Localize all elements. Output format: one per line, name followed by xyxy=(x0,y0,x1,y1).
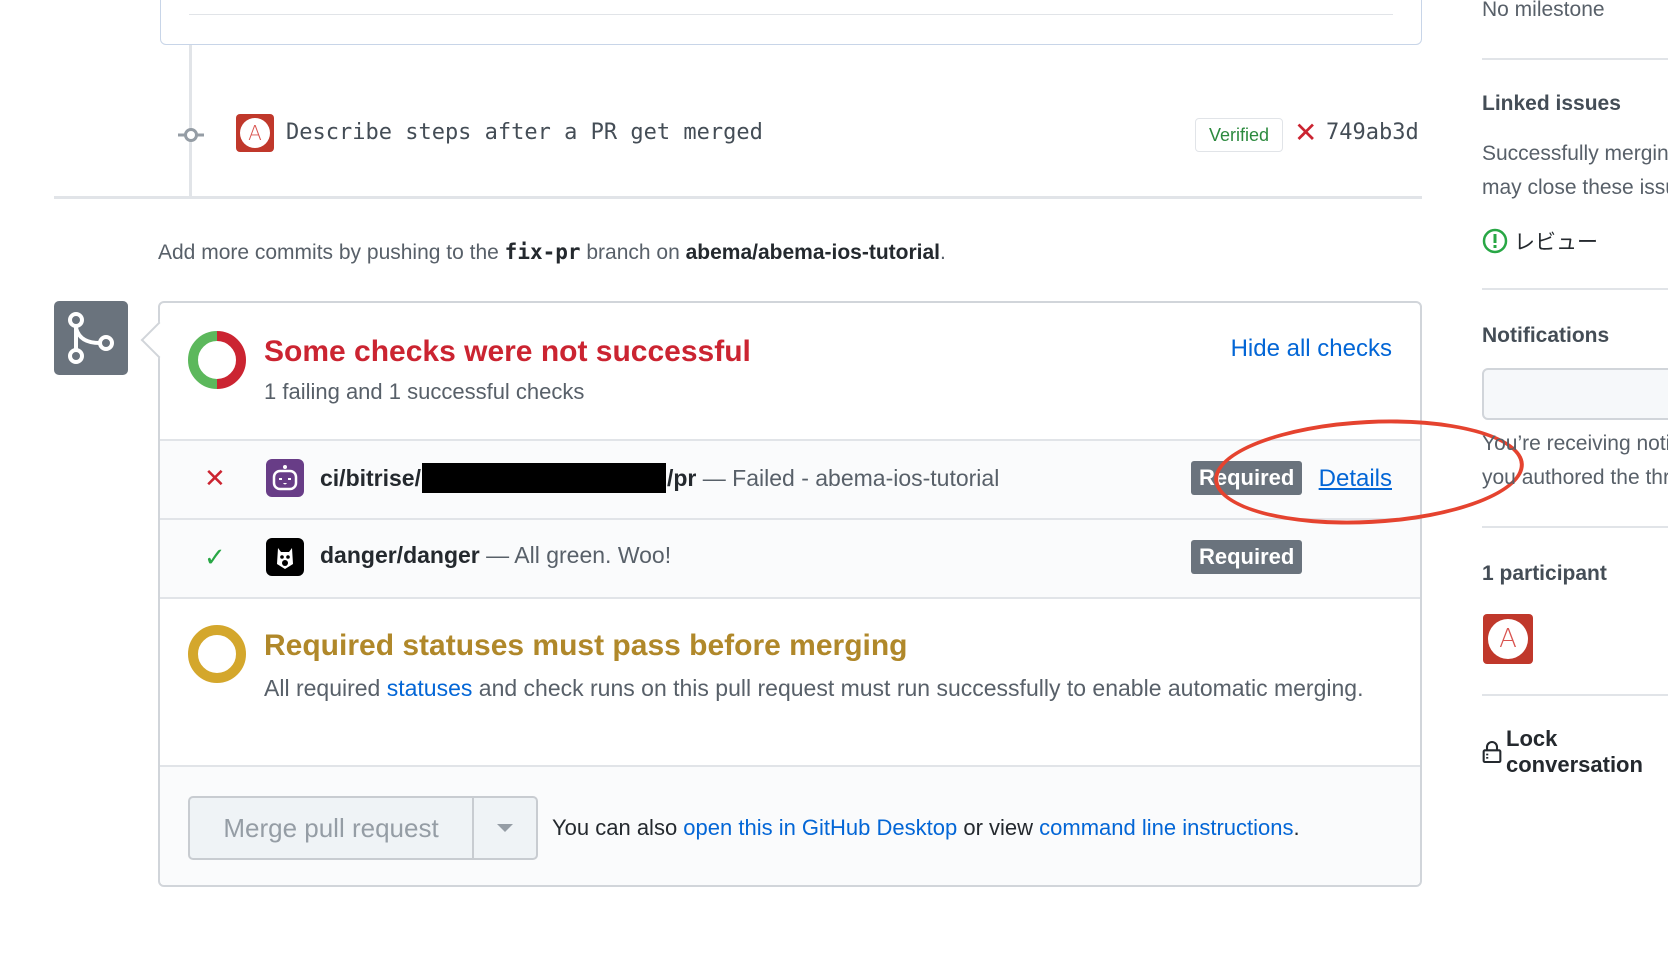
commit-status-failed-icon[interactable]: ✕ xyxy=(1294,118,1320,148)
check-icon: ✓ xyxy=(204,542,226,572)
footer-suffix: . xyxy=(1293,815,1300,840)
notifications-desc-1: You’re receiving notifications because xyxy=(1482,432,1668,455)
check-row: ✕ ci/bitrise/ /pr — Failed - abema-ios-tu… xyxy=(160,439,1420,518)
check-description: — Failed - abema-ios-tutorial xyxy=(702,464,1000,491)
push-note-prefix: Add more commits by pushing to the xyxy=(158,241,505,264)
hide-all-checks-link[interactable]: Hide all checks xyxy=(1231,335,1392,363)
required-badge: Required xyxy=(1191,540,1303,574)
pending-ring-icon xyxy=(188,625,246,683)
participants-heading: 1 participant xyxy=(1482,562,1607,585)
bitrise-logo-icon[interactable] xyxy=(266,459,304,497)
details-link[interactable]: Details xyxy=(1319,465,1392,493)
open-in-desktop-link[interactable]: open this in GitHub Desktop xyxy=(683,815,957,840)
triangle-down-icon xyxy=(497,824,513,832)
lock-conversation-button[interactable]: Lock conversation xyxy=(1482,726,1668,778)
sidebar-divider xyxy=(1482,58,1668,60)
commit-sha-link[interactable]: 749ab3d xyxy=(1326,120,1419,145)
push-note-middle: branch on xyxy=(580,241,686,264)
lock-icon xyxy=(1482,741,1502,764)
checks-summary-title: Some checks were not successful xyxy=(264,335,751,368)
avatar-letter: A xyxy=(240,118,270,148)
required-badge: Required xyxy=(1191,461,1303,495)
repo-name: abema/abema-ios-tutorial xyxy=(685,241,941,264)
push-note: Add more commits by pushing to the fix-p… xyxy=(158,240,946,265)
x-icon: ✕ xyxy=(204,463,226,493)
check-name: ci/bitrise/ /pr — Failed - abema-ios-tuto… xyxy=(320,463,999,493)
notifications-subscribe-button[interactable] xyxy=(1482,368,1668,420)
check-name-prefix: ci/bitrise/ xyxy=(320,464,421,491)
merge-status-box: Some checks were not successful 1 failin… xyxy=(140,301,1422,887)
commit-author-avatar[interactable]: A xyxy=(236,114,274,152)
commit-message-link[interactable]: Describe steps after a PR get merged xyxy=(286,120,763,145)
avatar-letter: A xyxy=(1488,619,1528,659)
body-prefix: All required xyxy=(264,675,387,701)
sidebar-divider xyxy=(1482,526,1668,528)
git-merge-icon xyxy=(54,301,128,375)
required-statuses-body: All required statuses and check runs on … xyxy=(264,671,1404,705)
linked-issues-heading[interactable]: Linked issues xyxy=(1482,92,1621,116)
merge-pull-request-button[interactable]: Merge pull request xyxy=(190,798,474,858)
linked-issue-title: レビュー xyxy=(1514,231,1598,254)
merge-button-group: Merge pull request xyxy=(188,796,538,860)
footer-prefix: You can also xyxy=(552,815,684,840)
divider xyxy=(189,14,1393,15)
redacted-block xyxy=(421,463,666,493)
check-name: danger/danger — All green. Woo! xyxy=(320,542,671,569)
required-statuses-section: Required statuses must pass before mergi… xyxy=(160,597,1420,765)
sidebar-divider xyxy=(1482,288,1668,290)
merge-footer: Merge pull request You can also open thi… xyxy=(160,765,1420,885)
merge-options-dropdown[interactable] xyxy=(474,798,536,858)
git-commit-icon xyxy=(178,128,204,142)
checks-donut-icon xyxy=(188,331,246,389)
checks-summary: Some checks were not successful 1 failin… xyxy=(160,303,1420,439)
check-row: ✓ danger/danger — All green. Woo! Requir… xyxy=(160,518,1420,597)
linked-issue-item[interactable]: レビュー xyxy=(1482,226,1598,256)
branch-name: fix-pr xyxy=(504,240,581,264)
previous-comment-box xyxy=(160,0,1422,45)
check-name-text: danger/danger xyxy=(320,542,480,568)
issue-opened-icon xyxy=(1482,228,1508,254)
check-name-suffix: /pr xyxy=(666,464,697,491)
command-line-instructions-link[interactable]: command line instructions xyxy=(1039,815,1293,840)
push-note-suffix: . xyxy=(940,241,946,264)
danger-logo-icon[interactable] xyxy=(266,538,304,576)
checks-summary-subtitle: 1 failing and 1 successful checks xyxy=(264,379,585,404)
check-description: — All green. Woo! xyxy=(486,542,672,568)
linked-issues-desc-2: may close these issues. xyxy=(1482,176,1668,199)
milestone-text: No milestone xyxy=(1482,0,1605,21)
notifications-heading: Notifications xyxy=(1482,324,1610,347)
timeline-end-divider xyxy=(54,196,1422,199)
linked-issues-desc-1: Successfully merging this pull request xyxy=(1482,142,1668,165)
required-statuses-title: Required statuses must pass before mergi… xyxy=(264,629,908,662)
body-suffix: and check runs on this pull request must… xyxy=(472,675,1364,701)
timeline-line xyxy=(189,45,192,197)
footer-middle: or view xyxy=(957,815,1040,840)
statuses-link[interactable]: statuses xyxy=(387,675,473,701)
notifications-desc-2: you authored the thread. xyxy=(1482,466,1668,489)
sidebar-divider xyxy=(1482,694,1668,696)
participant-avatar[interactable]: A xyxy=(1483,614,1533,664)
footer-text: You can also open this in GitHub Desktop… xyxy=(552,815,1300,841)
verified-badge[interactable]: Verified xyxy=(1195,118,1283,152)
lock-label: Lock conversation xyxy=(1506,726,1643,777)
